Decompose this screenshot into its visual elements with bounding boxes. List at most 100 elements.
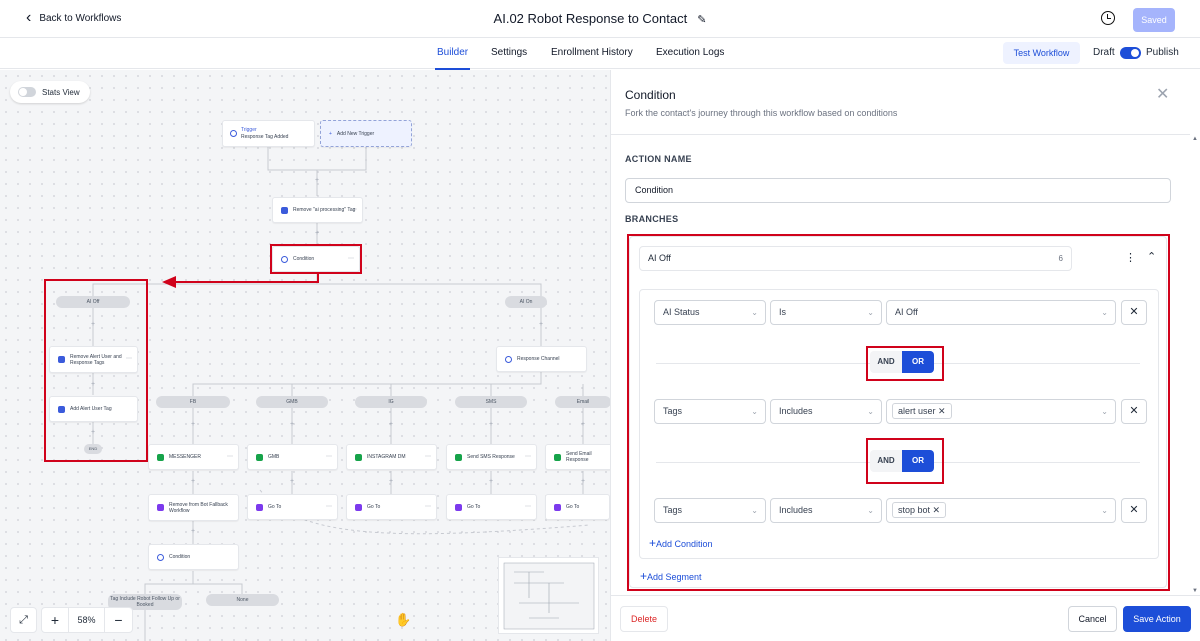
node-menu-icon[interactable]: ⋯ — [326, 503, 332, 510]
branch-ai-on-pill[interactable]: AI On — [505, 296, 547, 308]
trigger-node[interactable]: Trigger Response Tag Added — [222, 120, 315, 147]
messenger-label: MESSENGER — [169, 454, 201, 460]
goto-label: Go To — [467, 504, 481, 510]
plus-icon[interactable]: + — [288, 421, 296, 428]
plus-icon[interactable]: + — [579, 478, 587, 485]
expand-icon[interactable]: ⤢ — [10, 607, 37, 633]
remove-bot-label: Remove from Bot Fallback Workflow — [169, 501, 228, 514]
goto-label: Go To — [566, 504, 580, 510]
plus-icon[interactable]: + — [189, 478, 197, 485]
branch-sms-pill[interactable]: SMS — [455, 396, 527, 408]
close-icon[interactable]: ✕ — [1156, 84, 1169, 104]
condition-highlight — [270, 244, 362, 274]
tab-settings[interactable]: Settings — [491, 47, 527, 58]
plus-icon[interactable]: + — [313, 177, 321, 184]
node-menu-icon[interactable]: ⋯ — [425, 503, 431, 510]
response-channel-label: Response Channel — [517, 356, 560, 362]
node-menu-icon[interactable]: ⋯ — [425, 453, 431, 460]
condition-panel: Condition Fork the contact's journey thr… — [610, 70, 1200, 641]
top-bar: ‹ Back to Workflows AI.02 Robot Response… — [0, 0, 1200, 38]
hand-icon[interactable]: ✋ — [395, 612, 411, 628]
tab-execution-logs[interactable]: Execution Logs — [656, 47, 724, 58]
pencil-icon[interactable]: ✎ — [697, 14, 706, 26]
node-menu-icon[interactable]: ⋯ — [227, 453, 233, 460]
panel-scrollbar[interactable] — [1191, 136, 1200, 594]
zoom-out-button[interactable]: − — [105, 608, 132, 632]
cancel-button[interactable]: Cancel — [1068, 606, 1117, 632]
node-menu-icon[interactable]: ⋯ — [326, 453, 332, 460]
tab-builder[interactable]: Builder — [434, 47, 471, 70]
condition-label-2: Condition — [169, 554, 191, 560]
ai-off-branch-highlight — [44, 279, 148, 462]
goto-node[interactable]: Go To ⋯ — [346, 494, 437, 520]
goto-node[interactable]: Go To — [545, 494, 610, 520]
instagram-node[interactable]: INSTAGRAM DM ⋯ — [346, 444, 437, 470]
remove-tag-node[interactable]: Remove "ai processing" Tag ⋯ — [272, 197, 363, 223]
goto-node[interactable]: Go To ⋯ — [247, 494, 338, 520]
zoom-in-button[interactable]: + — [42, 608, 69, 632]
delete-button[interactable]: Delete — [620, 606, 668, 632]
branch-none-pill[interactable]: None — [206, 594, 279, 606]
saved-button[interactable]: Saved — [1133, 8, 1175, 32]
node-menu-icon[interactable]: ⋯ — [351, 206, 357, 213]
test-workflow-button[interactable]: Test Workflow — [1003, 42, 1080, 64]
goto-label: Go To — [268, 504, 282, 510]
plus-icon[interactable]: + — [487, 421, 495, 428]
branch-highlight — [627, 234, 1170, 591]
divider — [611, 134, 1190, 135]
add-trigger-label: Add New Trigger — [336, 130, 375, 137]
tab-enrollment-history[interactable]: Enrollment History — [551, 47, 633, 58]
plus-icon[interactable]: + — [387, 421, 395, 428]
branch-ig-pill[interactable]: IG — [355, 396, 427, 408]
plus-icon: + — [329, 130, 332, 137]
plus-icon[interactable]: + — [313, 230, 321, 237]
node-menu-icon[interactable]: ⋯ — [525, 453, 531, 460]
instagram-label: INSTAGRAM DM — [367, 454, 406, 460]
panel-subtitle: Fork the contact's journey through this … — [625, 108, 898, 118]
remove-bot-node[interactable]: Remove from Bot Fallback Workflow — [148, 494, 239, 521]
action-name-input[interactable]: Condition — [625, 178, 1171, 203]
panel-title: Condition — [625, 88, 676, 102]
plus-icon[interactable]: + — [579, 421, 587, 428]
send-email-node[interactable]: Send Email Response — [545, 444, 610, 470]
plus-icon[interactable]: + — [288, 478, 296, 485]
workflow-icon — [157, 504, 164, 511]
branch-fb-pill[interactable]: FB — [156, 396, 230, 408]
tag-icon — [281, 206, 288, 214]
instagram-icon — [355, 453, 362, 461]
plus-icon[interactable]: + — [387, 478, 395, 485]
condition-node-2[interactable]: Condition — [148, 544, 239, 570]
goto-icon — [455, 503, 462, 511]
publish-toggle[interactable] — [1120, 47, 1141, 59]
save-action-button[interactable]: Save Action — [1123, 606, 1191, 632]
zoom-level: 58% — [69, 608, 105, 632]
stats-switch[interactable] — [18, 87, 36, 97]
history-icon[interactable] — [1101, 11, 1115, 25]
gmb-label: GMB — [268, 454, 280, 460]
add-trigger-node[interactable]: + Add New Trigger — [320, 120, 412, 147]
workflow-title-text: AI.02 Robot Response to Contact — [493, 11, 688, 26]
plus-icon[interactable]: + — [537, 321, 545, 328]
goto-icon — [554, 503, 561, 511]
plus-icon[interactable]: + — [487, 478, 495, 485]
branch-email-pill[interactable]: Email — [555, 396, 610, 408]
messenger-node[interactable]: MESSENGER ⋯ — [148, 444, 239, 470]
plus-icon[interactable]: + — [189, 421, 197, 428]
branch-gmb-pill[interactable]: GMB — [256, 396, 328, 408]
tab-bar: Builder Settings Enrollment History Exec… — [0, 38, 1200, 70]
send-sms-label: Send SMS Response — [467, 454, 515, 460]
stats-view-toggle[interactable]: Stats View — [10, 81, 90, 103]
node-menu-icon[interactable]: ⋯ — [525, 503, 531, 510]
gmb-node[interactable]: GMB ⋯ — [247, 444, 338, 470]
email-icon — [554, 453, 561, 461]
response-channel-node[interactable]: Response Channel — [496, 346, 587, 372]
trigger-title: Trigger — [241, 127, 257, 133]
plus-icon[interactable]: + — [189, 528, 197, 535]
goto-label: Go To — [367, 504, 381, 510]
goto-icon — [355, 503, 362, 511]
goto-node[interactable]: Go To ⋯ — [446, 494, 537, 520]
send-sms-node[interactable]: Send SMS Response ⋯ — [446, 444, 537, 470]
minimap[interactable] — [498, 557, 599, 634]
workflow-canvas[interactable]: Stats View Trigger Response Tag Added + … — [0, 70, 610, 641]
branches-label: BRANCHES — [625, 214, 679, 224]
